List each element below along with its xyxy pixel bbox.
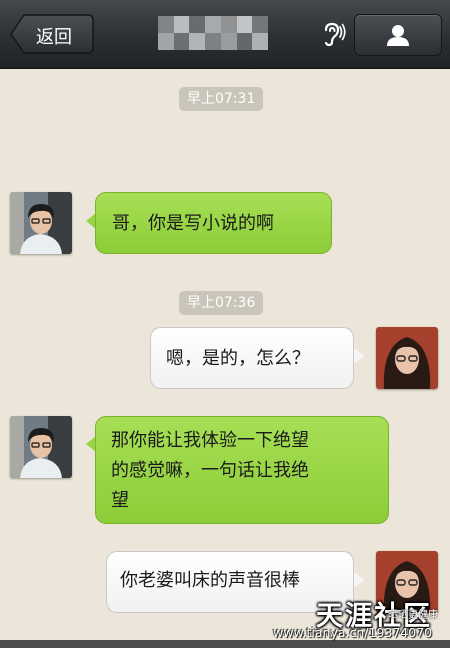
- chat-title-obscured: [158, 16, 268, 50]
- ear-icon[interactable]: [318, 20, 346, 48]
- bubble-tail: [354, 572, 364, 588]
- chat-info-button[interactable]: [354, 14, 442, 56]
- watermark-url: www.tianya.cn/19374070: [273, 625, 433, 640]
- contact-avatar[interactable]: [10, 416, 72, 478]
- top-nav-bar: 返回: [0, 0, 450, 69]
- message-bubble-received[interactable]: 那你能让我体验一下绝望 的感觉嘛，一句话让我绝 望: [95, 416, 389, 524]
- timestamp: 早上07:36: [179, 291, 264, 315]
- contact-avatar[interactable]: [10, 192, 72, 254]
- back-button[interactable]: 返回: [10, 14, 94, 54]
- back-button-label: 返回: [36, 27, 72, 48]
- watermark-slogan: 晒晒更健康: [388, 610, 438, 621]
- message-bubble-received[interactable]: 哥，你是写小说的啊: [95, 192, 332, 254]
- my-avatar[interactable]: [376, 327, 438, 389]
- person-icon: [387, 25, 409, 46]
- timestamp: 早上07:31: [179, 87, 264, 111]
- bottom-edge: [0, 640, 450, 648]
- message-bubble-sent[interactable]: 嗯，是的，怎么？: [150, 327, 354, 389]
- bubble-tail: [354, 348, 364, 364]
